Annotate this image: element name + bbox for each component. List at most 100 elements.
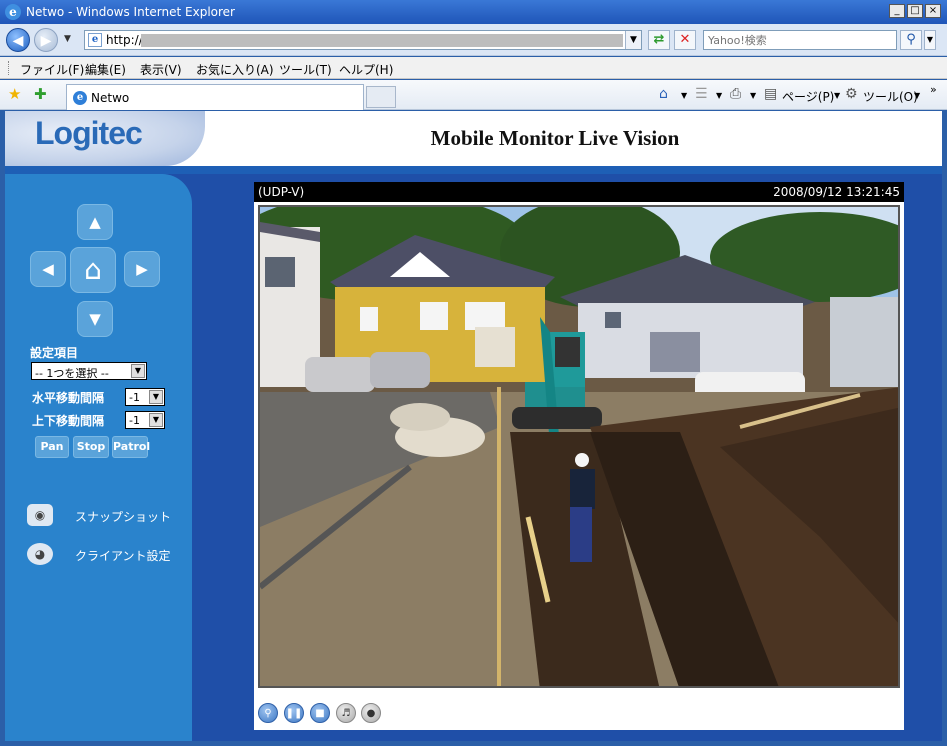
search-box[interactable]: [703, 30, 897, 50]
page-icon: e: [88, 33, 102, 47]
star-icon[interactable]: ★: [8, 85, 21, 103]
video-viewer: (UDP-V) 2008/09/12 13:21:45 ⚲ ❚❚ ■ ♬ ●: [254, 182, 904, 730]
stop-button[interactable]: ✕: [674, 30, 696, 50]
menu-bar: ファイル(F) 編集(E) 表示(V) お気に入り(A) ツール(T) ヘルプ(…: [0, 57, 947, 79]
ptz-right-button[interactable]: ▶: [124, 251, 160, 287]
magnifier-icon: ⚲: [906, 32, 916, 47]
microphone-icon: ●: [366, 708, 376, 719]
stop-pan-button[interactable]: Stop: [73, 436, 109, 458]
logo: Logitec: [35, 115, 143, 151]
site-header: Logitec Mobile Monitor Live Vision: [5, 111, 942, 166]
url-field[interactable]: e http:// ▼: [84, 30, 642, 50]
vertical-interval-label: 上下移動間隔: [32, 414, 105, 428]
zoom-icon: ⚲: [264, 708, 272, 719]
arrow-left-icon: ◀: [12, 33, 24, 49]
camera-image: [260, 207, 898, 686]
arrow-right-icon: ▶: [40, 33, 52, 49]
patrol-button[interactable]: Patrol: [112, 436, 150, 458]
menu-view[interactable]: 表示(V): [140, 61, 182, 78]
arrow-up-icon: ▲: [89, 213, 101, 231]
search-button[interactable]: ⚲: [900, 30, 922, 50]
page-menu-icon: ▤: [764, 86, 778, 102]
menu-favorites[interactable]: お気に入り(A): [196, 61, 274, 78]
ptz-down-button[interactable]: ▼: [77, 301, 113, 337]
pan-button[interactable]: Pan: [35, 436, 69, 458]
rss-icon[interactable]: ☰: [695, 86, 708, 102]
print-dropdown-icon[interactable]: ▼: [750, 91, 756, 100]
logo-area: Logitec: [5, 111, 205, 166]
arrow-down-icon: ▼: [89, 310, 101, 328]
url-text: http://: [106, 33, 143, 47]
stop-video-button[interactable]: ■: [310, 703, 330, 723]
vertical-interval-select[interactable]: -1 ▼: [125, 411, 165, 429]
pause-icon: ❚❚: [285, 708, 303, 719]
url-dropdown-button[interactable]: ▼: [625, 31, 641, 49]
history-dropdown-icon[interactable]: ▼: [64, 34, 71, 44]
title-bar: e Netwo - Windows Internet Explorer _ □ …: [0, 0, 947, 24]
horizontal-interval-value: -1: [129, 391, 140, 404]
close-button[interactable]: ×: [925, 4, 941, 18]
camera-icon: ◉: [27, 504, 53, 526]
refresh-icon: ⇄: [653, 32, 665, 47]
gear-icon: ⚙: [845, 86, 858, 102]
ptz-home-button[interactable]: ⌂: [70, 247, 116, 293]
ie-page-icon: e: [73, 91, 87, 105]
ptz-up-button[interactable]: ▲: [77, 204, 113, 240]
search-input[interactable]: [704, 31, 896, 49]
ptz-left-button[interactable]: ◀: [30, 251, 66, 287]
search-options-dropdown[interactable]: ▼: [924, 30, 936, 50]
zoom-button[interactable]: ⚲: [258, 703, 278, 723]
tab-netwo[interactable]: e Netwo: [66, 84, 364, 110]
home-icon[interactable]: ⌂: [659, 86, 668, 102]
speaker-icon: ♬: [341, 708, 351, 719]
new-tab-button[interactable]: [366, 86, 396, 108]
microphone-button[interactable]: ●: [361, 703, 381, 723]
arrow-left-icon: ◀: [42, 260, 54, 278]
live-video-feed[interactable]: [258, 205, 900, 688]
page-content: Logitec Mobile Monitor Live Vision ▲ ◀ ⌂…: [5, 111, 942, 741]
settings-label: 設定項目: [30, 346, 79, 360]
chevron-more-icon[interactable]: »: [930, 83, 937, 96]
stop-icon: ✕: [679, 32, 691, 47]
control-sidebar: ▲ ◀ ⌂ ▶ ▼ 設定項目 -- 1つを選択 -- ▼ 水平移動間隔 -1 ▼…: [5, 174, 192, 741]
settings-select-value: -- 1つを選択 --: [35, 367, 109, 380]
tools-dropdown-icon[interactable]: ▼: [914, 91, 920, 100]
arrow-right-icon: ▶: [136, 260, 148, 278]
page-dropdown-icon[interactable]: ▼: [834, 91, 840, 100]
chevron-down-icon: ▼: [149, 390, 163, 404]
menu-file[interactable]: ファイル(F): [20, 61, 84, 78]
page-title: Mobile Monitor Live Vision: [430, 126, 680, 150]
horizontal-interval-select[interactable]: -1 ▼: [125, 388, 165, 406]
speaker-button[interactable]: ♬: [336, 703, 356, 723]
back-button[interactable]: ◀: [6, 28, 30, 52]
ie-logo-icon: e: [5, 4, 21, 20]
feeds-dropdown-icon[interactable]: ▼: [716, 91, 722, 100]
viewer-status-bar: (UDP-V) 2008/09/12 13:21:45: [254, 182, 904, 202]
tools-menu[interactable]: ツール(O): [863, 88, 918, 105]
snapshot-label: スナップショット: [75, 510, 172, 524]
tab-title: Netwo: [91, 91, 130, 105]
stream-mode: (UDP-V): [258, 185, 305, 199]
menu-edit[interactable]: 編集(E): [85, 61, 126, 78]
address-bar: ◀ ▶ ▼ e http:// ▼ ⇄ ✕ ⚲ ▼: [0, 24, 947, 56]
menu-help[interactable]: ヘルプ(H): [339, 61, 393, 78]
horizontal-interval-label: 水平移動間隔: [32, 391, 105, 405]
refresh-button[interactable]: ⇄: [648, 30, 670, 50]
timestamp: 2008/09/12 13:21:45: [773, 185, 900, 199]
minimize-button[interactable]: _: [889, 4, 905, 18]
home-dropdown-icon[interactable]: ▼: [681, 91, 687, 100]
chevron-down-icon: ▼: [149, 413, 163, 427]
url-redacted: [141, 34, 623, 47]
toolbar-grip[interactable]: [8, 61, 10, 75]
page-menu[interactable]: ページ(P): [782, 88, 834, 105]
stop-icon: ■: [315, 708, 325, 719]
settings-select[interactable]: -- 1つを選択 -- ▼: [31, 362, 147, 380]
pause-button[interactable]: ❚❚: [284, 703, 304, 723]
header-divider: [5, 166, 942, 174]
vertical-interval-value: -1: [129, 414, 140, 427]
maximize-button[interactable]: □: [907, 4, 923, 18]
add-star-icon[interactable]: ✚: [34, 85, 47, 103]
menu-tools[interactable]: ツール(T): [279, 61, 332, 78]
forward-button[interactable]: ▶: [34, 28, 58, 52]
printer-icon[interactable]: ⎙: [730, 86, 741, 102]
